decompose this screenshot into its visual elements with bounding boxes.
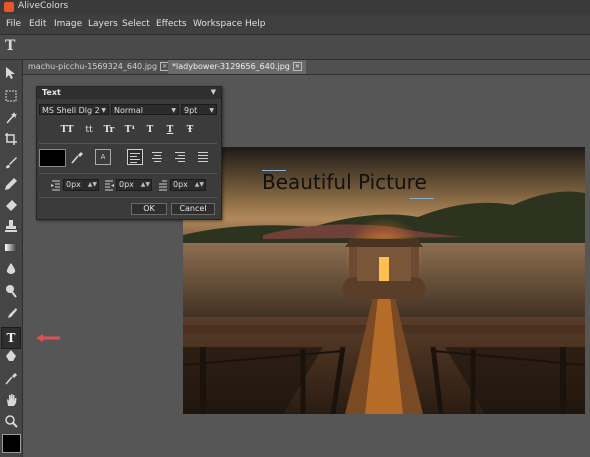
menu-effects[interactable]: Effects <box>156 19 187 29</box>
tab-ladybower[interactable]: *ladybower-3129656_640.jpg ✕ <box>168 60 306 74</box>
indent-left-icon <box>51 179 61 191</box>
title-bar: AliveColors <box>0 0 590 14</box>
magic-wand-tool-icon[interactable] <box>2 111 20 131</box>
menu-file[interactable]: File <box>6 19 21 29</box>
tab-machu-picchu[interactable]: machu-picchu-1569324_640.jpg ✕ <box>24 60 174 74</box>
indent-right-value: 0px <box>119 180 134 189</box>
spinner-icon[interactable]: ▲▼ <box>88 180 97 190</box>
menu-edit[interactable]: Edit <box>29 19 46 29</box>
text-box-corner <box>262 170 286 171</box>
text-panel: Text ▼ MS Shell Dlg 2 ▼ Normal ▼ 9pt ▼ TT t… <box>36 86 222 220</box>
eraser-tool-icon[interactable] <box>2 199 20 219</box>
panel-title: Text <box>42 88 61 97</box>
text-tool-icon[interactable]: T <box>1 327 21 349</box>
text-tool-preset-icon[interactable]: T <box>5 38 15 54</box>
indent-right-input[interactable]: 0px ▲▼ <box>116 179 152 191</box>
indent-left-value: 0px <box>66 180 81 189</box>
underline-button[interactable]: T <box>163 125 177 136</box>
font-style-value: Normal <box>114 106 143 115</box>
strikethrough-button[interactable]: Ŧ <box>183 125 197 136</box>
text-panel-header[interactable]: Text ▼ <box>37 87 221 99</box>
align-left-button[interactable] <box>127 149 143 165</box>
divider <box>39 197 217 198</box>
indent-first-line-value: 0px <box>173 180 188 189</box>
pencil-tool-icon[interactable] <box>2 177 20 197</box>
indent-right-icon <box>104 179 114 191</box>
chevron-down-icon: ▼ <box>171 107 176 114</box>
canvas-text-layer[interactable]: Beautiful Picture <box>262 170 427 194</box>
all-caps-button[interactable]: TT <box>60 125 74 136</box>
font-size-select[interactable]: 9pt ▼ <box>181 104 217 115</box>
divider <box>39 173 217 174</box>
brush-tool-icon[interactable] <box>2 156 20 176</box>
ok-button[interactable]: OK <box>131 203 167 215</box>
subscript-button[interactable]: T¹ <box>123 125 137 136</box>
font-family-select[interactable]: MS Shell Dlg 2 ▼ <box>39 104 109 115</box>
eyedropper-icon[interactable] <box>70 151 84 165</box>
pen-tool-icon[interactable] <box>2 349 20 369</box>
spinner-icon[interactable]: ▲▼ <box>195 180 204 190</box>
font-size-value: 9pt <box>184 106 198 115</box>
blur-tool-icon[interactable] <box>2 262 20 282</box>
text-box-corner <box>410 198 434 199</box>
indent-first-line-input[interactable]: 0px ▲▼ <box>170 179 206 191</box>
menu-image[interactable]: Image <box>54 19 82 29</box>
font-style-select[interactable]: Normal ▼ <box>111 104 179 115</box>
menu-help[interactable]: Help <box>245 19 266 29</box>
document-tab-bar: machu-picchu-1569324_640.jpg ✕ *ladybower… <box>0 60 590 75</box>
dodge-tool-icon[interactable] <box>2 284 20 304</box>
chevron-down-icon: ▼ <box>101 107 106 114</box>
pointer-arrow-icon <box>36 334 60 342</box>
stamp-tool-icon[interactable] <box>2 219 20 239</box>
small-caps-button[interactable]: tt <box>82 125 96 136</box>
menu-workspace[interactable]: Workspace <box>193 19 242 29</box>
menu-layers[interactable]: Layers <box>88 19 118 29</box>
font-family-value: MS Shell Dlg 2 <box>42 106 100 115</box>
divider <box>39 143 217 144</box>
close-icon[interactable]: ✕ <box>292 62 302 71</box>
align-center-button[interactable] <box>150 149 166 165</box>
move-tool-icon[interactable] <box>2 66 20 86</box>
app-title: AliveColors <box>18 1 69 11</box>
marquee-tool-icon[interactable] <box>2 89 20 109</box>
hand-tool-icon[interactable] <box>2 393 20 413</box>
character-settings-icon[interactable]: A <box>95 149 111 165</box>
gradient-tool-icon[interactable] <box>2 240 20 260</box>
zoom-tool-icon[interactable] <box>2 414 20 434</box>
cancel-button[interactable]: Cancel <box>171 203 215 215</box>
chevron-down-icon: ▼ <box>209 107 214 114</box>
app-logo-icon <box>4 2 14 12</box>
tool-options-bar: T <box>0 35 590 60</box>
eyedropper-tool-icon[interactable] <box>2 372 20 392</box>
superscript-case-button[interactable]: Tr <box>102 125 116 136</box>
spinner-icon[interactable]: ▲▼ <box>141 180 150 190</box>
crop-tool-icon[interactable] <box>2 132 20 152</box>
indent-left-input[interactable]: 0px ▲▼ <box>63 179 99 191</box>
foreground-color-swatch[interactable] <box>2 434 21 453</box>
align-right-button[interactable] <box>173 149 189 165</box>
text-color-swatch[interactable] <box>39 149 66 167</box>
indent-first-line-icon <box>158 179 168 191</box>
smudge-tool-icon[interactable] <box>2 306 20 326</box>
superscript-button[interactable]: T <box>143 125 157 136</box>
collapse-icon[interactable]: ▼ <box>211 88 216 96</box>
tab-label: *ladybower-3129656_640.jpg <box>172 62 290 71</box>
menu-bar: File Edit Image Layers Select Effects Wo… <box>0 14 590 35</box>
tab-label: machu-picchu-1569324_640.jpg <box>28 62 158 71</box>
menu-select[interactable]: Select <box>122 19 150 29</box>
justify-button[interactable] <box>196 149 212 165</box>
